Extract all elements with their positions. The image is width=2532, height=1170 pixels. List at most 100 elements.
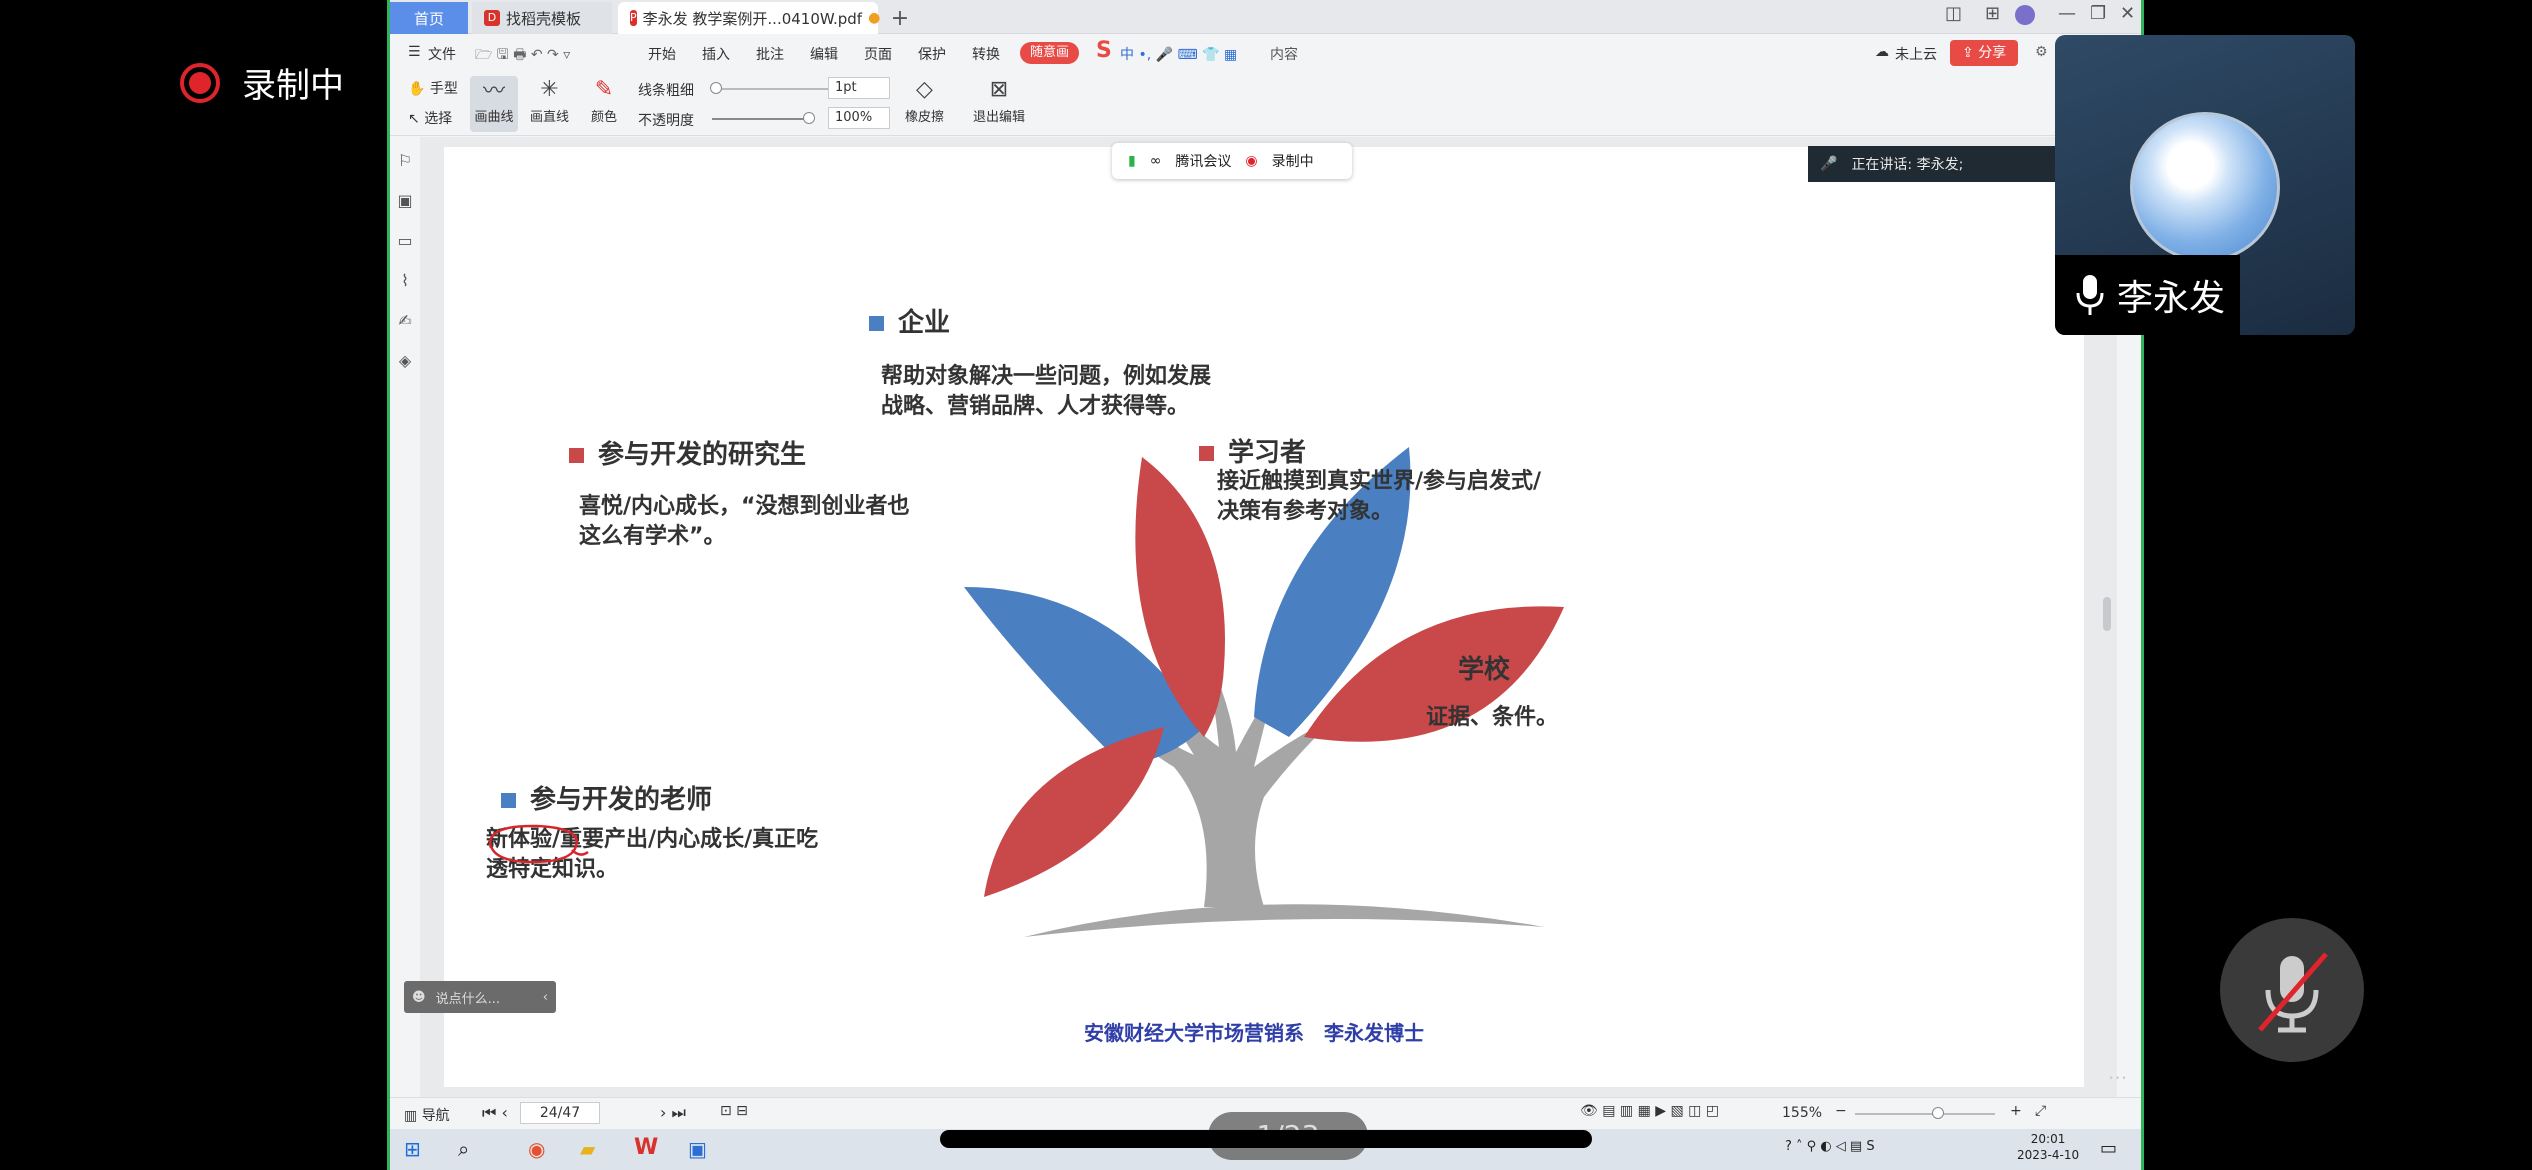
- line-width-knob[interactable]: [710, 82, 722, 94]
- unsaved-dot-icon: ●: [868, 10, 881, 26]
- straight-tool[interactable]: ✳ 画直线: [530, 76, 570, 126]
- folder-icon[interactable]: ▰: [580, 1137, 595, 1161]
- hamburger-icon[interactable]: ☰: [408, 44, 421, 60]
- opacity-input[interactable]: 100%: [828, 107, 890, 129]
- meeting-app-label[interactable]: 腾讯会议: [1175, 151, 1231, 171]
- opacity-knob[interactable]: [803, 112, 815, 124]
- vertical-scrollbar[interactable]: [2103, 597, 2111, 631]
- quick-access-icons[interactable]: 🗁 🖫 🖶 ↶ ↷ ▿: [475, 44, 570, 68]
- tab-document-label: 李永发 教学案例开...0410W.pdf: [642, 9, 863, 28]
- color-label: 颜色: [590, 110, 617, 125]
- zoom-level[interactable]: 155%: [1782, 1105, 1822, 1121]
- curve-tool[interactable]: 〰 画曲线: [470, 76, 518, 132]
- notification-icon[interactable]: ▭: [2100, 1138, 2117, 1159]
- more-dots-icon[interactable]: ···: [2108, 1066, 2127, 1090]
- photos-icon[interactable]: ▣: [688, 1137, 707, 1161]
- cloud-status[interactable]: 未上云: [1895, 44, 1937, 64]
- bookmark-icon[interactable]: ⚐: [396, 151, 414, 170]
- home-indicator-bar[interactable]: [940, 1130, 1592, 1148]
- windows-start-icon[interactable]: ⊞: [404, 1137, 421, 1161]
- cloud-icon[interactable]: ☁: [1875, 44, 1889, 60]
- menu-file[interactable]: 文件: [428, 44, 456, 64]
- straight-label: 画直线: [530, 110, 570, 125]
- menu-content[interactable]: 内容: [1270, 44, 1298, 64]
- participant-video[interactable]: 李永发: [2055, 35, 2355, 335]
- ime-toolbar-icons[interactable]: 中 •, 🎤 ⌨ 👕 ▦: [1120, 44, 1237, 64]
- leaf-lower-left-red: [984, 727, 1164, 897]
- tab-template[interactable]: D 找稻壳模板: [472, 2, 612, 34]
- exit-edit-tool[interactable]: ⊠ 退出编辑: [973, 76, 1026, 126]
- close-icon[interactable]: ✕: [2120, 3, 2135, 24]
- menu-item-edit[interactable]: 编辑: [810, 44, 838, 64]
- color-tool[interactable]: ✎ 颜色: [590, 76, 618, 126]
- attachment-icon[interactable]: ⌇: [396, 271, 414, 290]
- menu-item-page[interactable]: 页面: [864, 44, 892, 64]
- tab-document[interactable]: P 李永发 教学案例开...0410W.pdf ●: [618, 2, 881, 34]
- ime-logo-icon[interactable]: S: [1096, 38, 1112, 63]
- share-button[interactable]: ⇪ 分享: [1950, 40, 2019, 66]
- eraser-tool[interactable]: ◇ 橡皮擦: [905, 76, 944, 126]
- zoom-in-icon[interactable]: +: [2010, 1103, 2022, 1119]
- minimize-icon[interactable]: —: [2058, 3, 2076, 24]
- exit-label: 退出编辑: [973, 110, 1026, 125]
- tab-home[interactable]: 首页: [390, 2, 468, 34]
- mute-button[interactable]: [2220, 918, 2364, 1062]
- menu-item-comment[interactable]: 批注: [756, 44, 784, 64]
- layers-icon[interactable]: ◈: [396, 351, 414, 370]
- collapse-icon[interactable]: ‹: [543, 990, 548, 1005]
- fullscreen-icon[interactable]: ⤢: [2035, 1103, 2046, 1119]
- settings-icon[interactable]: ⚙: [2035, 44, 2048, 60]
- recording-indicator: 录制中: [180, 58, 344, 107]
- students-line-2: 这么有学术”。: [579, 524, 726, 549]
- view-mode-icons[interactable]: 👁 ▤ ▥ ▦ ▶ ▧ ◫ ◰: [1580, 1103, 1719, 1119]
- page-nav-next-icons[interactable]: › ⏭: [660, 1103, 686, 1123]
- curve-icon: 〰: [482, 79, 505, 104]
- zoom-knob[interactable]: [1932, 1107, 1944, 1119]
- meeting-recording-label[interactable]: 录制中: [1272, 151, 1314, 171]
- students-line-1: 喜悦/内心成长，“没想到创业者也: [579, 494, 910, 519]
- blue-bullet-icon: [501, 793, 516, 808]
- page-fit-icons[interactable]: ⊡ ⊟: [720, 1103, 748, 1119]
- teachers-title-text: 参与开发的老师: [530, 785, 713, 815]
- menu-item-start[interactable]: 开始: [648, 44, 676, 64]
- signature-icon[interactable]: ✍: [396, 311, 414, 330]
- select-tool[interactable]: ↖ 选择: [408, 108, 452, 128]
- thumbnail-icon[interactable]: ▣: [396, 191, 414, 210]
- ground-shape: [1024, 904, 1544, 937]
- restore-icon[interactable]: ❐: [2090, 3, 2106, 24]
- enterprise-title: 企业: [869, 302, 950, 339]
- ink-circle-annotation[interactable]: [482, 820, 592, 870]
- school-title: 学校: [1429, 649, 1510, 686]
- learners-text: 接近触摸到真实世界/参与启发式/ 决策有参考对象。: [1217, 467, 1541, 527]
- zoom-out-icon[interactable]: −: [1835, 1103, 1847, 1119]
- wps-taskbar-icon[interactable]: W: [634, 1135, 658, 1160]
- students-title-text: 参与开发的研究生: [598, 440, 807, 470]
- layout-icon[interactable]: ◫: [1945, 3, 1962, 24]
- opacity-slider[interactable]: [712, 118, 812, 120]
- chrome-icon[interactable]: ◉: [528, 1137, 545, 1161]
- nav-label: 导航: [421, 1108, 450, 1124]
- random-pen-button[interactable]: 随意画: [1020, 42, 1080, 64]
- select-tool-label: 选择: [424, 111, 453, 127]
- grid-icon[interactable]: ⊞: [1985, 3, 2000, 24]
- nav-toggle[interactable]: ▥ 导航: [404, 1105, 450, 1125]
- record-icon: [180, 62, 220, 103]
- new-tab-button[interactable]: +: [885, 2, 915, 34]
- recording-label: 录制中: [242, 66, 344, 106]
- menu-item-convert[interactable]: 转换: [972, 44, 1000, 64]
- menu-item-protect[interactable]: 保护: [918, 44, 946, 64]
- page-nav-prev-icons[interactable]: ⏮ ‹: [482, 1103, 508, 1123]
- tray-icons[interactable]: ? ˄ ⚲ ◐ ◁ ▤ S: [1785, 1139, 1875, 1154]
- comment-icon[interactable]: ▭: [396, 231, 414, 250]
- menu-item-insert[interactable]: 插入: [702, 44, 730, 64]
- zoom-slider[interactable]: [1855, 1113, 1995, 1115]
- hand-tool[interactable]: ✋ 手型: [408, 78, 458, 98]
- chat-input[interactable]: ☻ 说点什么... ‹: [404, 981, 556, 1013]
- user-avatar[interactable]: [2015, 5, 2035, 25]
- participant-avatar: [2130, 112, 2280, 262]
- search-icon[interactable]: ⌕: [458, 1137, 469, 1161]
- line-width-input[interactable]: 1pt: [828, 77, 890, 99]
- clock[interactable]: 20:01 2023-4-10: [2017, 1131, 2079, 1163]
- page-number-input[interactable]: 24/47: [520, 1102, 600, 1124]
- line-width-slider[interactable]: [712, 88, 842, 90]
